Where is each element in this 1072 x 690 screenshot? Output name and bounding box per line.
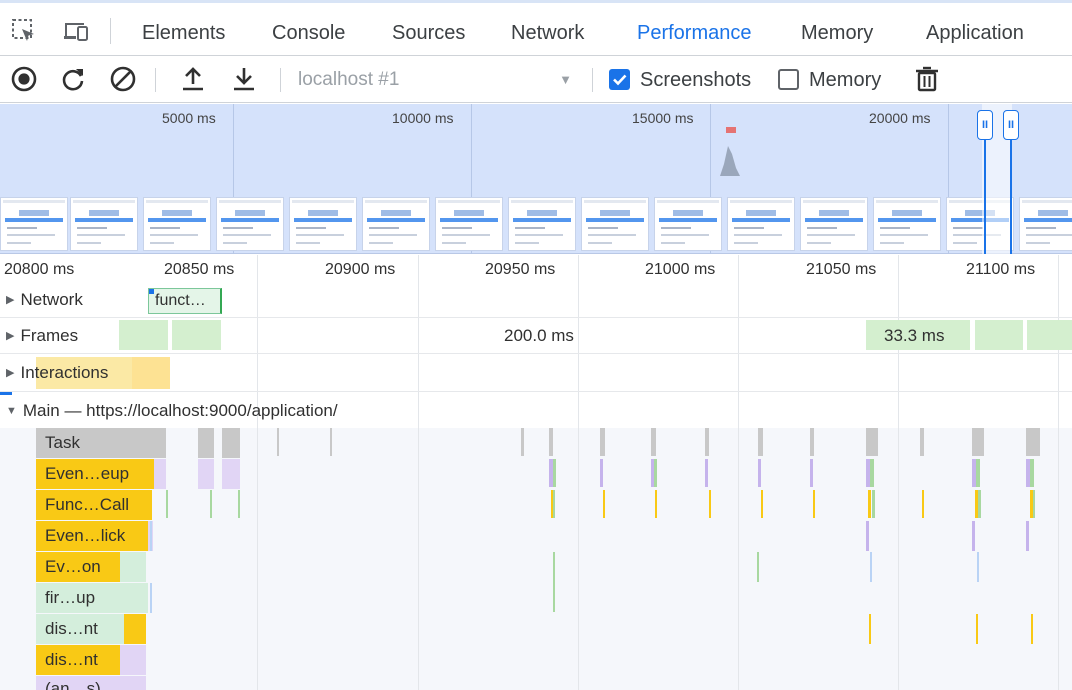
- upload-icon[interactable]: [178, 64, 208, 94]
- screenshot-thumbnail[interactable]: [727, 197, 795, 251]
- clear-icon[interactable]: [108, 64, 138, 94]
- ruler-label: 20950 ms: [485, 261, 556, 278]
- collapse-arrow-icon: ▼: [6, 405, 17, 417]
- network-track-label: Network: [20, 290, 83, 309]
- overview-tick-label: 15000 ms: [632, 110, 694, 126]
- download-icon[interactable]: [229, 64, 259, 94]
- toolbar-separator: [155, 68, 156, 92]
- timeline-overview[interactable]: 5000 ms 10000 ms 15000 ms 20000 ms II II: [0, 104, 1072, 254]
- ruler-label: 21100 ms: [966, 261, 1036, 278]
- interactions-track-toggle[interactable]: ▶ Interactions: [6, 363, 108, 383]
- screenshot-thumbnail[interactable]: [508, 197, 576, 251]
- screenshot-thumbnail[interactable]: [70, 197, 138, 251]
- screenshot-thumbnail[interactable]: [873, 197, 941, 251]
- frames-track-toggle[interactable]: ▶ Frames: [6, 326, 78, 346]
- selection-edge-left: [984, 140, 986, 254]
- chevron-down-icon: ▼: [559, 72, 572, 87]
- tab-network[interactable]: Network: [511, 17, 584, 57]
- screenshots-label: Screenshots: [640, 69, 752, 91]
- tab-sources[interactable]: Sources: [392, 17, 465, 57]
- network-track-toggle[interactable]: ▶ Network: [6, 290, 83, 310]
- ruler-label: 20850 ms: [164, 261, 235, 278]
- device-toolbar-icon[interactable]: [62, 17, 90, 45]
- expand-arrow-icon: ▶: [6, 294, 15, 306]
- main-track-label: Main — https://localhost:9000/applicatio…: [22, 401, 338, 420]
- tab-console[interactable]: Console: [272, 17, 345, 57]
- track-separator: [0, 391, 1072, 392]
- main-track-toggle[interactable]: ▼ Main — https://localhost:9000/applicati…: [6, 401, 338, 421]
- selection-marker: [0, 392, 12, 395]
- tab-performance[interactable]: Performance: [621, 17, 771, 59]
- trash-icon[interactable]: [912, 64, 942, 94]
- track-separator: [0, 353, 1072, 354]
- performance-toolbar: localhost #1 ▼ Screenshots Memory: [0, 56, 1072, 103]
- screenshot-thumbnail[interactable]: [1019, 197, 1072, 251]
- reload-record-icon[interactable]: [58, 64, 88, 94]
- screenshot-thumbnail[interactable]: [800, 197, 868, 251]
- interactions-track-label: Interactions: [20, 363, 109, 382]
- screenshot-thumbnail[interactable]: [0, 197, 68, 251]
- frame-duration-label: 200.0 ms: [504, 326, 574, 345]
- screenshot-thumbnail[interactable]: [289, 197, 357, 251]
- frame-bar[interactable]: [1027, 320, 1072, 350]
- ruler-label: 20900 ms: [325, 261, 396, 278]
- record-icon[interactable]: [9, 64, 39, 94]
- ruler-label: 20800 ms: [4, 261, 75, 278]
- ruler-label: 21050 ms: [806, 261, 877, 278]
- screenshot-thumbnail[interactable]: [654, 197, 722, 251]
- screenshot-thumbnail[interactable]: [216, 197, 284, 251]
- inspect-element-icon[interactable]: [10, 17, 38, 45]
- cpu-activity-spike: [720, 127, 740, 176]
- tab-memory[interactable]: Memory: [801, 17, 873, 57]
- selection-handle-left[interactable]: II: [977, 110, 993, 140]
- frame-bar[interactable]: [172, 320, 221, 350]
- network-request-bar[interactable]: funct…: [148, 288, 222, 314]
- checkmark-icon: [613, 74, 627, 86]
- flame-tick-clusters: [150, 428, 1040, 644]
- memory-label: Memory: [809, 69, 882, 91]
- profile-select-value: localhost #1: [298, 69, 400, 90]
- frames-track-label: Frames: [20, 326, 79, 345]
- overview-tick-label: 10000 ms: [392, 110, 454, 126]
- overview-tick-label: 20000 ms: [869, 110, 931, 126]
- toolbar-separator: [592, 68, 593, 92]
- tab-elements[interactable]: Elements: [142, 17, 225, 57]
- tab-separator: [110, 18, 111, 44]
- timeline-flamechart[interactable]: 20800 ms 20850 ms 20900 ms 20950 ms 2100…: [0, 255, 1072, 690]
- expand-arrow-icon: ▶: [6, 330, 15, 342]
- screenshot-thumbnail[interactable]: [143, 197, 211, 251]
- memory-checkbox[interactable]: [778, 69, 799, 90]
- frame-duration-label: 33.3 ms: [884, 326, 945, 345]
- tab-application[interactable]: Application: [926, 17, 1024, 57]
- expand-arrow-icon: ▶: [6, 367, 15, 379]
- ruler-label: 21000 ms: [645, 261, 716, 278]
- selection-edge-right: [1010, 140, 1012, 254]
- selection-handle-right[interactable]: II: [1003, 110, 1019, 140]
- frame-bar[interactable]: [119, 320, 168, 350]
- screenshots-checkbox[interactable]: [609, 69, 630, 90]
- screenshot-thumbnail[interactable]: [362, 197, 430, 251]
- track-separator: [0, 317, 1072, 318]
- profile-select[interactable]: localhost #1 ▼: [298, 67, 580, 93]
- frame-bar[interactable]: [975, 320, 1023, 350]
- toolbar-separator: [280, 68, 281, 92]
- devtools-tab-bar: Elements Console Sources Network Perform…: [0, 0, 1072, 59]
- screenshot-thumbnail[interactable]: [435, 197, 503, 251]
- overview-tick-label: 5000 ms: [162, 110, 216, 126]
- screenshot-thumbnail[interactable]: [581, 197, 649, 251]
